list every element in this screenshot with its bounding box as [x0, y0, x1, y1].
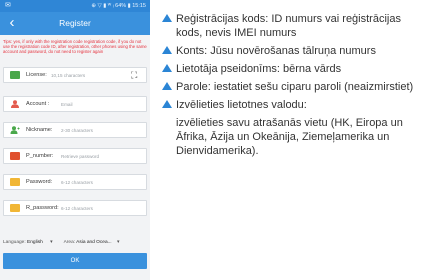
- notification-icon: ✉: [5, 2, 11, 9]
- chevron-down-icon[interactable]: ▾: [50, 240, 52, 245]
- bullet-password: Parole: iestatiet sešu ciparu paroli (ne…: [162, 80, 424, 94]
- nickname-field[interactable]: Nickname: 2-30 characters: [3, 122, 147, 138]
- p-number-placeholder: Retrieve password: [61, 154, 100, 159]
- status-indicators: ⊕ ▽ ▮ ᵂ ᵢ 64% ▮ 15:15: [91, 3, 146, 9]
- phone-screen: ✉ ⊕ ▽ ▮ ᵂ ᵢ 64% ▮ 15:15 ‹ Register Tips:…: [0, 0, 150, 280]
- nickname-placeholder: 2-30 characters: [61, 128, 93, 133]
- language-select[interactable]: English: [27, 240, 43, 245]
- bullet-language: Izvēlieties lietotnes valodu:: [162, 98, 424, 112]
- bullet-text: Izvēlieties lietotnes valodu:: [176, 99, 307, 111]
- status-bar: ✉ ⊕ ▽ ▮ ᵂ ᵢ 64% ▮ 15:15: [0, 0, 150, 12]
- bullet-text: Lietotāja pseidonīms: bērna vārds: [176, 63, 342, 75]
- account-field[interactable]: Account : Email: [3, 96, 147, 112]
- bullet-triangle-icon: [162, 14, 172, 22]
- password-placeholder: 6-12 characters: [61, 180, 93, 185]
- user-icon: [11, 100, 19, 108]
- account-placeholder: Email: [61, 102, 73, 107]
- bullet-registration-code: Reģistrācijas kods: ID numurs vai reģist…: [162, 12, 424, 40]
- bullet-triangle-icon: [162, 64, 172, 72]
- license-placeholder: 10,15 characters: [51, 73, 86, 78]
- instructions-panel: Reģistrācijas kods: ID numurs vai reģist…: [162, 12, 424, 158]
- account-label: Account :: [26, 101, 50, 107]
- bullet-text: Konts: Jūsu novērošanas tālruņa numurs: [176, 45, 376, 57]
- license-icon: [10, 71, 20, 79]
- scan-icon[interactable]: ⛶: [131, 71, 140, 80]
- area-select[interactable]: Asia and Ocea...: [76, 240, 111, 245]
- nickname-label: Nickname:: [26, 127, 53, 133]
- p-number-field[interactable]: P_number: Retrieve password: [3, 148, 147, 164]
- license-label: License:: [26, 72, 47, 78]
- bullet-triangle-icon: [162, 46, 172, 54]
- license-field[interactable]: License: 10,15 characters ⛶: [3, 67, 147, 83]
- p-number-label: P_number:: [26, 153, 54, 159]
- ok-button[interactable]: OK: [3, 253, 147, 269]
- lock-icon: [10, 178, 20, 186]
- area-label: Area:: [63, 240, 76, 245]
- bullet-account: Konts: Jūsu novērošanas tālruņa numurs: [162, 44, 424, 58]
- bullet-nickname: Lietotāja pseidonīms: bērna vārds: [162, 62, 424, 76]
- bullet-text: Parole: iestatiet sešu ciparu paroli (ne…: [176, 81, 414, 93]
- r-password-field[interactable]: R_password: 6-12 characters: [3, 200, 147, 216]
- password-field[interactable]: Password: 6-12 characters: [3, 174, 147, 190]
- bullet-triangle-icon: [162, 82, 172, 90]
- registration-tips: Tips: yes, if only with the registration…: [3, 39, 147, 55]
- chevron-down-icon[interactable]: ▾: [117, 240, 119, 245]
- page-title: Register: [59, 18, 91, 28]
- nickname-icon: [10, 126, 20, 134]
- language-area-row: Language: English ▾ Area: Asia and Ocea.…: [3, 236, 147, 250]
- r-password-placeholder: 6-12 characters: [61, 206, 93, 211]
- bullet-text: Reģistrācijas kods: ID numurs vai reģist…: [176, 13, 401, 39]
- lock-icon: [10, 204, 20, 212]
- language-label: Language:: [3, 240, 26, 245]
- r-password-label: R_password:: [26, 205, 59, 211]
- area-instructions: izvēlieties savu atrašanās vietu (HK, Ei…: [176, 117, 403, 157]
- phone-icon: [10, 152, 20, 160]
- bullet-triangle-icon: [162, 100, 172, 108]
- app-bar: ‹ Register: [0, 12, 150, 35]
- password-label: Password:: [26, 179, 53, 185]
